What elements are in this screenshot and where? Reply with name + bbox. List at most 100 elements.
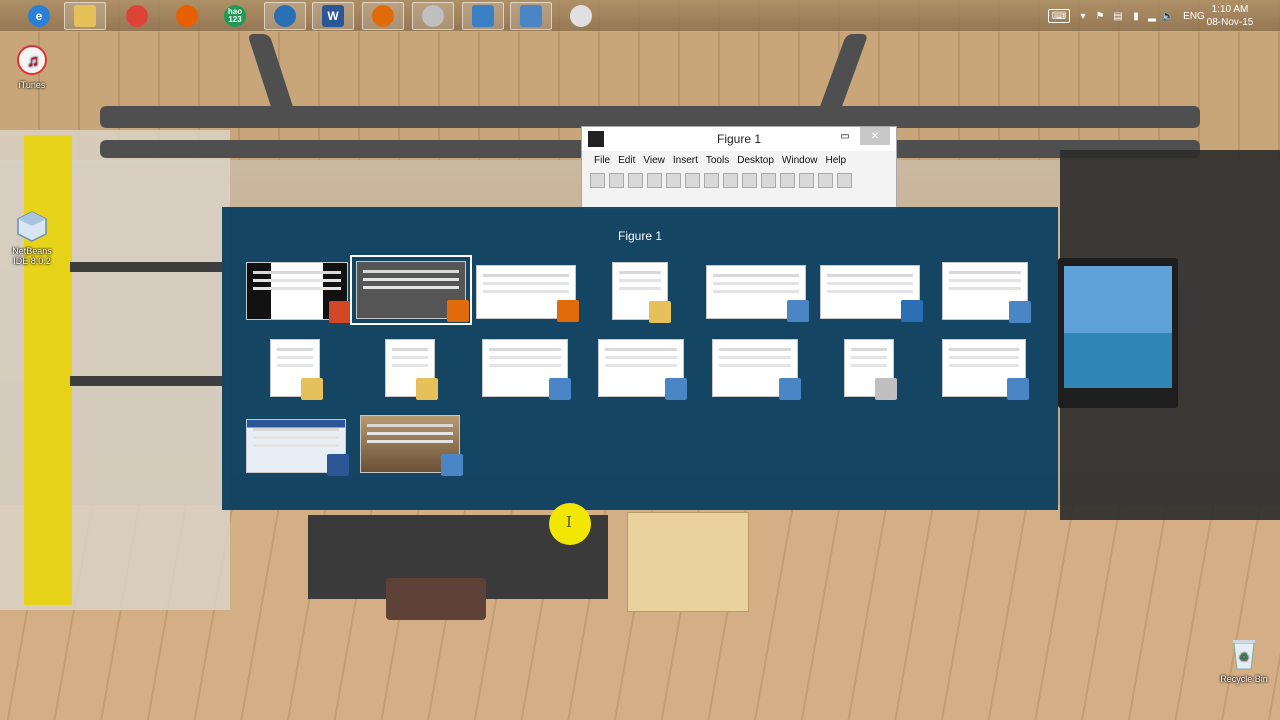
thumb-photo-6[interactable]: [942, 339, 1029, 400]
zoom-in-icon[interactable]: [685, 172, 700, 188]
thumb-photo-3[interactable]: [482, 339, 571, 400]
taskbar-remote-desktop-button[interactable]: [462, 2, 504, 30]
thumb-matlab-figure[interactable]: [350, 255, 472, 325]
taskbar-hao123-button[interactable]: hao 123: [214, 2, 256, 30]
save-icon[interactable]: [628, 172, 643, 188]
thumb-folder-3[interactable]: [385, 339, 438, 400]
taskbar-file-explorer-button[interactable]: [64, 2, 106, 30]
desktop-icon-recycle-bin[interactable]: ♻ Recycle Bin: [1212, 636, 1276, 684]
figure-menu-view[interactable]: View: [643, 155, 665, 166]
keyboard-icon[interactable]: ⌨: [1048, 9, 1070, 23]
figure-window[interactable]: Figure 1 ▭ ✕ File Edit View Insert Tools Desk…: [581, 126, 897, 210]
palette-icon: [570, 5, 592, 27]
desktop-icon-label: Recycle Bin: [1220, 674, 1268, 684]
show-hidden-icons-icon[interactable]: ▾: [1078, 9, 1088, 23]
new-figure-icon[interactable]: [590, 172, 605, 188]
rotate-icon[interactable]: [742, 172, 757, 188]
figure-menu-insert[interactable]: Insert: [673, 155, 698, 166]
figure-menu-desktop[interactable]: Desktop: [737, 155, 774, 166]
battery-icon[interactable]: ▮: [1130, 9, 1142, 23]
clock-time: 1:10 AM: [1211, 4, 1249, 15]
flag-icon[interactable]: ⚑: [1094, 9, 1106, 23]
thumb-media[interactable]: [844, 339, 897, 400]
clock[interactable]: 1:10 AM 08-Nov-15: [1200, 3, 1260, 29]
picture-icon: [441, 454, 463, 476]
thumbnail-preview: [363, 270, 459, 273]
itunes-icon: ♫: [14, 42, 50, 78]
taskbar-photo-viewer-button[interactable]: [510, 2, 552, 30]
taskbar-paint-button[interactable]: [560, 2, 602, 30]
picture-icon: [520, 5, 542, 27]
thumb-matlab-editor[interactable]: [476, 265, 579, 322]
taskbar: e hao 123 W ⌨ ▾ ⚑ ▤ ▮ ▂ 🔈 ENG 1:10 AM 08-N…: [0, 0, 1280, 32]
taskbar-matlab-button[interactable]: [362, 2, 404, 30]
wallpaper-shelf: [70, 376, 222, 386]
hao123-icon: hao 123: [224, 5, 246, 27]
picture-icon: [1007, 378, 1029, 400]
pan-icon[interactable]: [723, 172, 738, 188]
thumbnail-preview: [827, 274, 913, 277]
folder-icon: [416, 378, 438, 400]
zoom-out-icon[interactable]: [704, 172, 719, 188]
disc-icon: [875, 378, 897, 400]
folder-icon: [74, 5, 96, 27]
thumb-browser[interactable]: [820, 265, 923, 322]
taskbar-refresh-app-button[interactable]: [264, 2, 306, 30]
volume-icon[interactable]: 🔈: [1162, 9, 1174, 23]
swirl-icon: [901, 300, 923, 322]
thumb-folder-2[interactable]: [270, 339, 323, 400]
picture-icon: [665, 378, 687, 400]
thumb-word[interactable]: [246, 419, 349, 476]
brush-icon[interactable]: [780, 172, 795, 188]
thumbnail-preview: [619, 271, 661, 274]
open-icon[interactable]: [609, 172, 624, 188]
wallpaper-turntable: [386, 578, 486, 620]
thumbnail-preview: [483, 274, 569, 277]
colorbar-icon[interactable]: [818, 172, 833, 188]
thumb-photo-5[interactable]: [712, 339, 801, 400]
desktop-icon-label: iTunes: [18, 80, 46, 90]
legend-icon[interactable]: [837, 172, 852, 188]
monitor-icon: [472, 5, 494, 27]
chrome-icon: [126, 5, 148, 27]
thumbnail-preview: [253, 271, 341, 274]
minimize-icon[interactable]: ▭: [838, 127, 852, 145]
desktop-icon-netbeans[interactable]: NetBeans IDE 8.0.2: [0, 208, 64, 266]
taskbar-word-button[interactable]: W: [312, 2, 354, 30]
data-cursor-icon[interactable]: [761, 172, 776, 188]
svg-text:♻: ♻: [1239, 652, 1249, 664]
network-icon[interactable]: ▤: [1112, 9, 1124, 23]
wallpaper-yellow-column: [24, 135, 72, 605]
figure-menu-file[interactable]: File: [594, 155, 610, 166]
thumb-photo-4[interactable]: [598, 339, 687, 400]
word-icon: [327, 454, 349, 476]
thumbnail-preview: [949, 271, 1021, 274]
picture-icon: [1009, 301, 1031, 323]
taskbar-firefox-button[interactable]: [166, 2, 208, 30]
figure-menu-tools[interactable]: Tools: [706, 155, 729, 166]
thumb-wallpaper[interactable]: [360, 415, 463, 476]
taskbar-media-player-button[interactable]: [412, 2, 454, 30]
figure-menu-edit[interactable]: Edit: [618, 155, 635, 166]
thumb-ppt[interactable]: [246, 262, 351, 323]
signal-icon[interactable]: ▂: [1146, 9, 1158, 23]
pointer-icon[interactable]: [666, 172, 681, 188]
firefox-icon: [176, 5, 198, 27]
thumb-folder-1[interactable]: [612, 262, 671, 323]
figure-toolbar: [582, 169, 896, 191]
matlab-icon: [557, 300, 579, 322]
taskbar-chrome-button[interactable]: [116, 2, 158, 30]
thumb-photo-2[interactable]: [942, 262, 1031, 323]
taskbar-internet-explorer-button[interactable]: e: [18, 2, 60, 30]
print-icon[interactable]: [647, 172, 662, 188]
close-icon[interactable]: ✕: [860, 127, 890, 145]
thumb-photo-1[interactable]: [706, 265, 809, 322]
thumbnail-preview: [713, 274, 799, 277]
figure-titlebar[interactable]: Figure 1 ▭ ✕: [582, 127, 896, 151]
desktop-icon-label: NetBeans IDE 8.0.2: [12, 246, 52, 266]
desktop-icon-itunes[interactable]: ♫ iTunes: [0, 42, 64, 90]
matlab-icon: [372, 5, 394, 27]
figure-menu-window[interactable]: Window: [782, 155, 818, 166]
figure-menu-help[interactable]: Help: [826, 155, 847, 166]
link-icon[interactable]: [799, 172, 814, 188]
